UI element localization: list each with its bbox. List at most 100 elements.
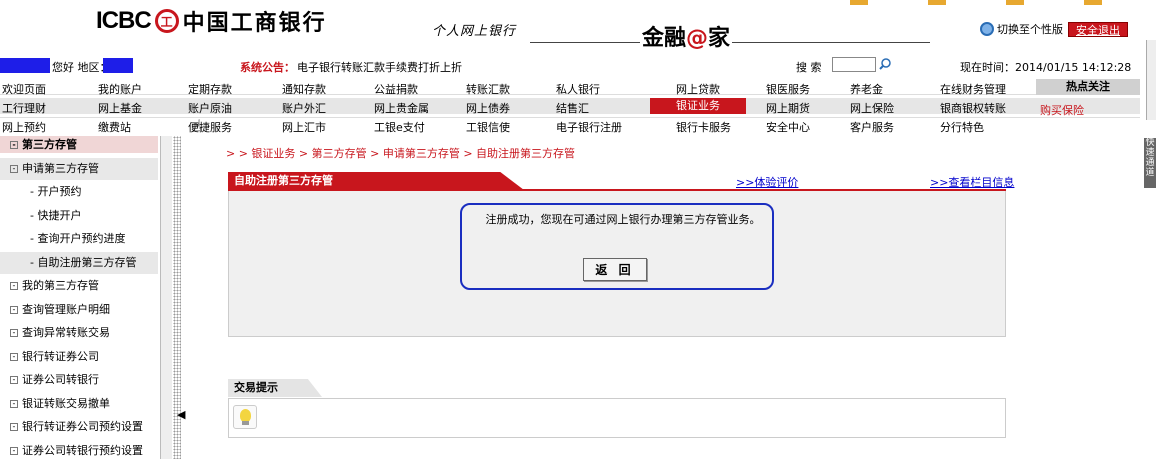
tree-toggle-icon[interactable]: - xyxy=(10,423,18,431)
sidebar-item-9[interactable]: - 银行转证券公司 xyxy=(0,346,158,368)
sidebar-item-0[interactable]: - 第三方存管 xyxy=(0,136,158,153)
tree-toggle-icon[interactable]: - xyxy=(10,352,18,361)
user-name-redacted xyxy=(0,58,50,73)
sidebar-item-6[interactable]: - 我的第三方存管 xyxy=(0,275,158,297)
nav-row1-item-1[interactable]: 我的账户 xyxy=(98,81,142,97)
sidebar-item-label: 银证转账交易撤单 xyxy=(22,396,110,410)
nav-row3-item-4[interactable]: 工银e支付 xyxy=(374,119,425,135)
sidebar-item-label: 申请第三方存管 xyxy=(22,161,99,175)
sidebar-item-3[interactable]: - 快捷开户 xyxy=(0,205,158,227)
search-icon[interactable] xyxy=(878,57,892,71)
sidebar-item-label: 第三方存管 xyxy=(22,138,77,151)
icbc-emblem-icon: 工 xyxy=(154,9,179,33)
sidebar-item-label: 查询异常转账交易 xyxy=(22,326,110,339)
rate-experience-link[interactable]: >>体验评价 xyxy=(736,174,798,190)
search-label: 搜 索 xyxy=(796,61,822,74)
nav-row3-item-2[interactable]: 便捷服务 xyxy=(188,119,232,135)
tree-toggle-icon[interactable]: - xyxy=(10,329,18,337)
region-redacted xyxy=(103,58,133,73)
nav-row3-item-5[interactable]: 工银信使 xyxy=(466,119,510,135)
logo-cn: 中国工商银行 xyxy=(182,10,327,36)
sidebar-item-5[interactable]: - 自助注册第三方存管 xyxy=(0,251,158,274)
column-info-link[interactable]: >>查看栏目信息 xyxy=(930,174,1014,190)
sidebar-item-label: - 开户预约 xyxy=(30,185,82,198)
tree-toggle-icon[interactable]: - xyxy=(10,282,18,290)
sidebar-item-8[interactable]: - 查询异常转账交易 xyxy=(0,322,158,344)
sidebar-item-12[interactable]: - 银行转证券公司预约设置 xyxy=(0,416,158,438)
nav-row1-item-3[interactable]: 通知存款 xyxy=(282,81,326,97)
nav-row2-item-7[interactable]: 银证业务 xyxy=(650,98,746,114)
tree-toggle-icon[interactable]: - xyxy=(10,164,18,173)
sidebar-scrollbar[interactable] xyxy=(160,136,172,459)
nav-row2-item-6[interactable]: 结售汇 xyxy=(556,100,589,116)
sidebar-item-4[interactable]: - 查询开户预约进度 xyxy=(0,228,158,250)
collapse-icon[interactable]: - xyxy=(10,141,18,149)
system-notice[interactable]: 系统公告： 电子银行转账汇款手续费打折上折 xyxy=(240,59,462,75)
nav-row3-item-10[interactable]: 分行特色 xyxy=(940,119,984,135)
switch-personal-version[interactable]: 切换至个性版 xyxy=(980,21,1063,37)
nav-row1-item-10[interactable]: 在线财务管理 xyxy=(940,81,1006,97)
logout-button[interactable]: 安全退出 xyxy=(1068,22,1128,37)
quick-channel-tab[interactable]: 快速通道 xyxy=(1144,138,1156,188)
sidebar-item-label: 银行转证券公司 xyxy=(22,349,99,363)
sidebar-item-2[interactable]: - 开户预约 xyxy=(0,181,158,203)
back-button[interactable]: 返 回 xyxy=(583,258,647,281)
sidebar-item-label: - 快捷开户 xyxy=(30,208,82,222)
nav-row1-item-6[interactable]: 私人银行 xyxy=(556,81,600,97)
buy-insurance-link[interactable]: 购买保险 xyxy=(1040,102,1084,118)
header-scrollbar[interactable] xyxy=(1146,40,1156,120)
icbc-logo: ICBC 工 中国工商银行 xyxy=(96,7,327,36)
nav-row3-item-0[interactable]: 网上预约 xyxy=(2,119,46,135)
personal-banking-title: 个人网上银行 xyxy=(432,24,517,39)
nav-row2-item-5[interactable]: 网上债券 xyxy=(466,100,510,116)
nav-row1-item-0[interactable]: 欢迎页面 xyxy=(2,81,46,97)
success-message: 注册成功，您现在可通过网上银行办理第三方存管业务。 xyxy=(485,213,761,226)
tree-toggle-icon[interactable]: - xyxy=(10,446,18,455)
nav-row2-item-4[interactable]: 网上贵金属 xyxy=(374,100,429,116)
nav-row3-item-6[interactable]: 电子银行注册 xyxy=(556,119,622,135)
switch-label: 切换至个性版 xyxy=(997,23,1063,36)
sidebar-item-13[interactable]: - 证券公司转银行预约设置 xyxy=(0,440,158,462)
tree-toggle-icon[interactable]: - xyxy=(10,305,18,314)
nav-row2-item-3[interactable]: 账户外汇 xyxy=(282,100,326,116)
nav-row1-item-8[interactable]: 银医服务 xyxy=(766,81,810,97)
sidebar-item-11[interactable]: - 银证转账交易撤单 xyxy=(0,393,158,415)
brand-slogan: 金融@家 xyxy=(640,20,733,52)
lightbulb-icon xyxy=(233,405,257,429)
sidebar-item-label: 证券公司转银行 xyxy=(22,373,99,386)
nav-row3-item-1[interactable]: 缴费站 xyxy=(98,119,131,135)
nav-row1-item-5[interactable]: 转账汇款 xyxy=(466,81,510,97)
logo-en: ICBC xyxy=(96,7,152,34)
nav-row1-item-2[interactable]: 定期存款 xyxy=(188,81,232,97)
sidebar-item-1[interactable]: - 申请第三方存管 xyxy=(0,157,158,180)
collapse-sidebar-icon[interactable]: ◀ xyxy=(177,408,185,421)
search-input[interactable] xyxy=(832,57,876,72)
nav-row3-item-8[interactable]: 安全中心 xyxy=(766,119,810,135)
top-toolbar-icons xyxy=(850,0,1102,6)
sidebar-item-10[interactable]: - 证券公司转银行 xyxy=(0,369,158,391)
nav-row2-item-8[interactable]: 网上期货 xyxy=(766,100,810,116)
nav-row1-item-7[interactable]: 网上贷款 xyxy=(676,81,720,97)
notice-label: 系统公告： xyxy=(240,61,295,74)
nav-row2-item-1[interactable]: 网上基金 xyxy=(98,100,142,116)
nav-row3-item-3[interactable]: 网上汇市 xyxy=(282,119,326,135)
nav-row3-item-9[interactable]: 客户服务 xyxy=(850,119,894,135)
sidebar-item-label: 证券公司转银行预约设置 xyxy=(22,443,143,457)
brand-at: @ xyxy=(686,26,709,51)
brand-b: 家 xyxy=(708,26,731,51)
sidebar-item-7[interactable]: - 查询管理账户明细 xyxy=(0,299,158,321)
nav-row2-item-9[interactable]: 网上保险 xyxy=(850,100,894,116)
tree-toggle-icon[interactable]: - xyxy=(10,399,18,408)
globe-icon xyxy=(980,22,994,36)
tree-toggle-icon[interactable]: - xyxy=(10,376,18,384)
sidebar-item-label: - 自助注册第三方存管 xyxy=(30,255,137,269)
nav-row2-item-0[interactable]: 工行理财 xyxy=(2,100,46,116)
current-time: 现在时间：2014/01/15 14:12:28 xyxy=(960,61,1132,74)
nav-row1-item-9[interactable]: 养老金 xyxy=(850,81,883,97)
tips-title: 交易提示 xyxy=(228,379,322,397)
nav-row3-item-7[interactable]: 银行卡服务 xyxy=(676,119,731,135)
nav-row2-item-2[interactable]: 账户原油 xyxy=(188,100,232,116)
nav-row2-item-10[interactable]: 银商银权转账 xyxy=(940,100,1006,116)
hot-topics-title: 热点关注 xyxy=(1036,79,1140,95)
nav-row1-item-4[interactable]: 公益捐款 xyxy=(374,81,418,97)
